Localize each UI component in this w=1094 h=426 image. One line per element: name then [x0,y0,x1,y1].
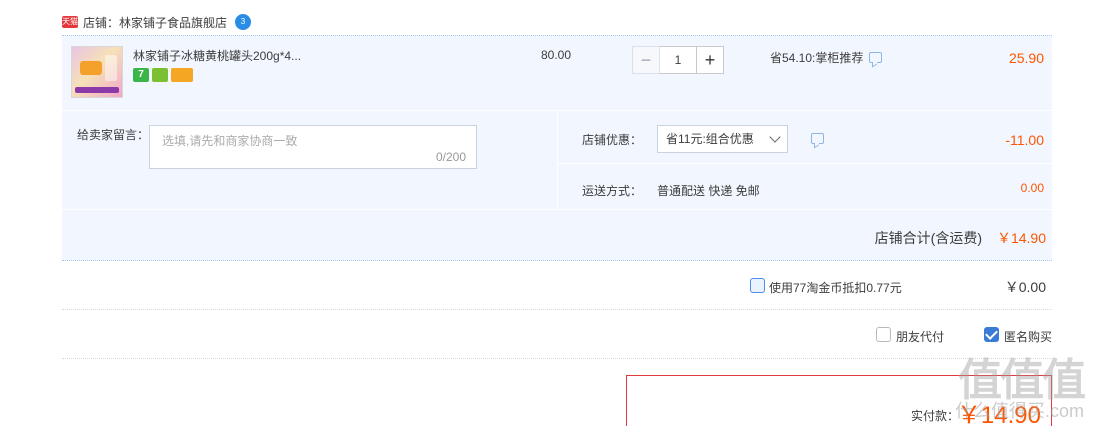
shop-name-link[interactable]: 店铺：林家铺子食品旗舰店 [83,14,227,31]
product-thumbnail[interactable] [71,46,123,98]
anonymous-purchase-checkbox[interactable] [984,327,999,342]
friend-pay-label[interactable]: 朋友代付 [896,328,944,345]
unit-price: 80.00 [541,48,572,62]
coins-deduction-value: ￥0.00 [1004,279,1046,295]
actual-payment-label: 实付款： [910,409,959,423]
shipping-fee: 0.00 [1020,181,1044,195]
item-subtotal: 25.90 [1008,50,1044,66]
site-watermark-url: 什么值得买.com [954,401,1084,421]
item-promotion: 省54.10:掌柜推荐 [770,49,883,66]
thumb-banner-shape [75,87,119,93]
shipping-label: 运送方式： [582,184,643,198]
shop-discount-select[interactable]: 省11元:组合优惠 [657,125,788,153]
use-coins-checkbox[interactable] [750,278,765,293]
seller-message-textarea[interactable]: 选填,请先和商家协商一致 0/200 [149,125,477,169]
discount-info-icon[interactable] [811,133,824,144]
shop-total-row: 店铺合计(含运费) ￥14.90 [62,210,1052,261]
thumb-peach-shape [80,61,102,75]
product-title-link[interactable]: 林家铺子冰糖黄桃罐头200g*4... [133,47,301,64]
message-placeholder: 选填,请先和商家协商一致 [162,134,298,148]
shop-discount-label: 店铺优惠： [582,133,643,147]
shop-discount-selected: 省11元:组合优惠 [666,132,754,146]
shop-total-value: ￥14.90 [996,230,1046,246]
use-coins-label[interactable]: 使用77淘金币抵扣0.77元 [769,279,902,296]
thumb-jar-shape [105,55,117,81]
promotion-text: 省54.10:掌柜推荐 [770,51,864,65]
shipping-method: 普通配送 快递 免邮 [657,184,760,198]
chevron-down-icon [769,131,781,143]
message-char-counter: 0/200 [435,150,466,164]
quantity-minus-button[interactable]: − [632,46,660,74]
order-options-row: 朋友代付 匿名购买 [62,311,1052,359]
guarantee-shield-icon[interactable] [152,68,168,82]
quantity-input[interactable]: 1 [660,46,696,74]
shop-total-label: 店铺合计(含运费) [874,230,982,246]
taobao-coin-row: 使用77淘金币抵扣0.77元 ￥0.00 [62,262,1052,310]
section-divider-horizontal [558,163,1052,164]
quantity-stepper: − 1 + [632,46,724,74]
shop-header: 天猫 店铺：林家铺子食品旗舰店 3 [62,12,252,32]
friend-pay-checkbox[interactable] [876,327,891,342]
seven-day-return-icon[interactable]: 7 [133,68,149,82]
message-label: 给卖家留言： [77,128,150,142]
quantity-plus-button[interactable]: + [696,46,724,74]
message-discount-section: 给卖家留言： 选填,请先和商家协商一致 0/200 店铺优惠： 省11元:组合优… [62,111,1052,209]
shop-discount-value: -11.00 [1005,132,1044,148]
promotion-info-icon[interactable] [869,52,883,63]
anonymous-purchase-label[interactable]: 匿名购买 [1004,328,1052,345]
tmall-icon: 天猫 [62,16,78,28]
wangwang-chat-icon[interactable]: 3 [235,14,252,30]
service-badges: 7 [133,68,193,82]
credit-card-icon[interactable] [171,68,193,82]
section-divider-vertical [557,111,558,209]
order-item-row: 林家铺子冰糖黄桃罐头200g*4... 7 80.00 − 1 + 省54.10… [62,35,1052,110]
